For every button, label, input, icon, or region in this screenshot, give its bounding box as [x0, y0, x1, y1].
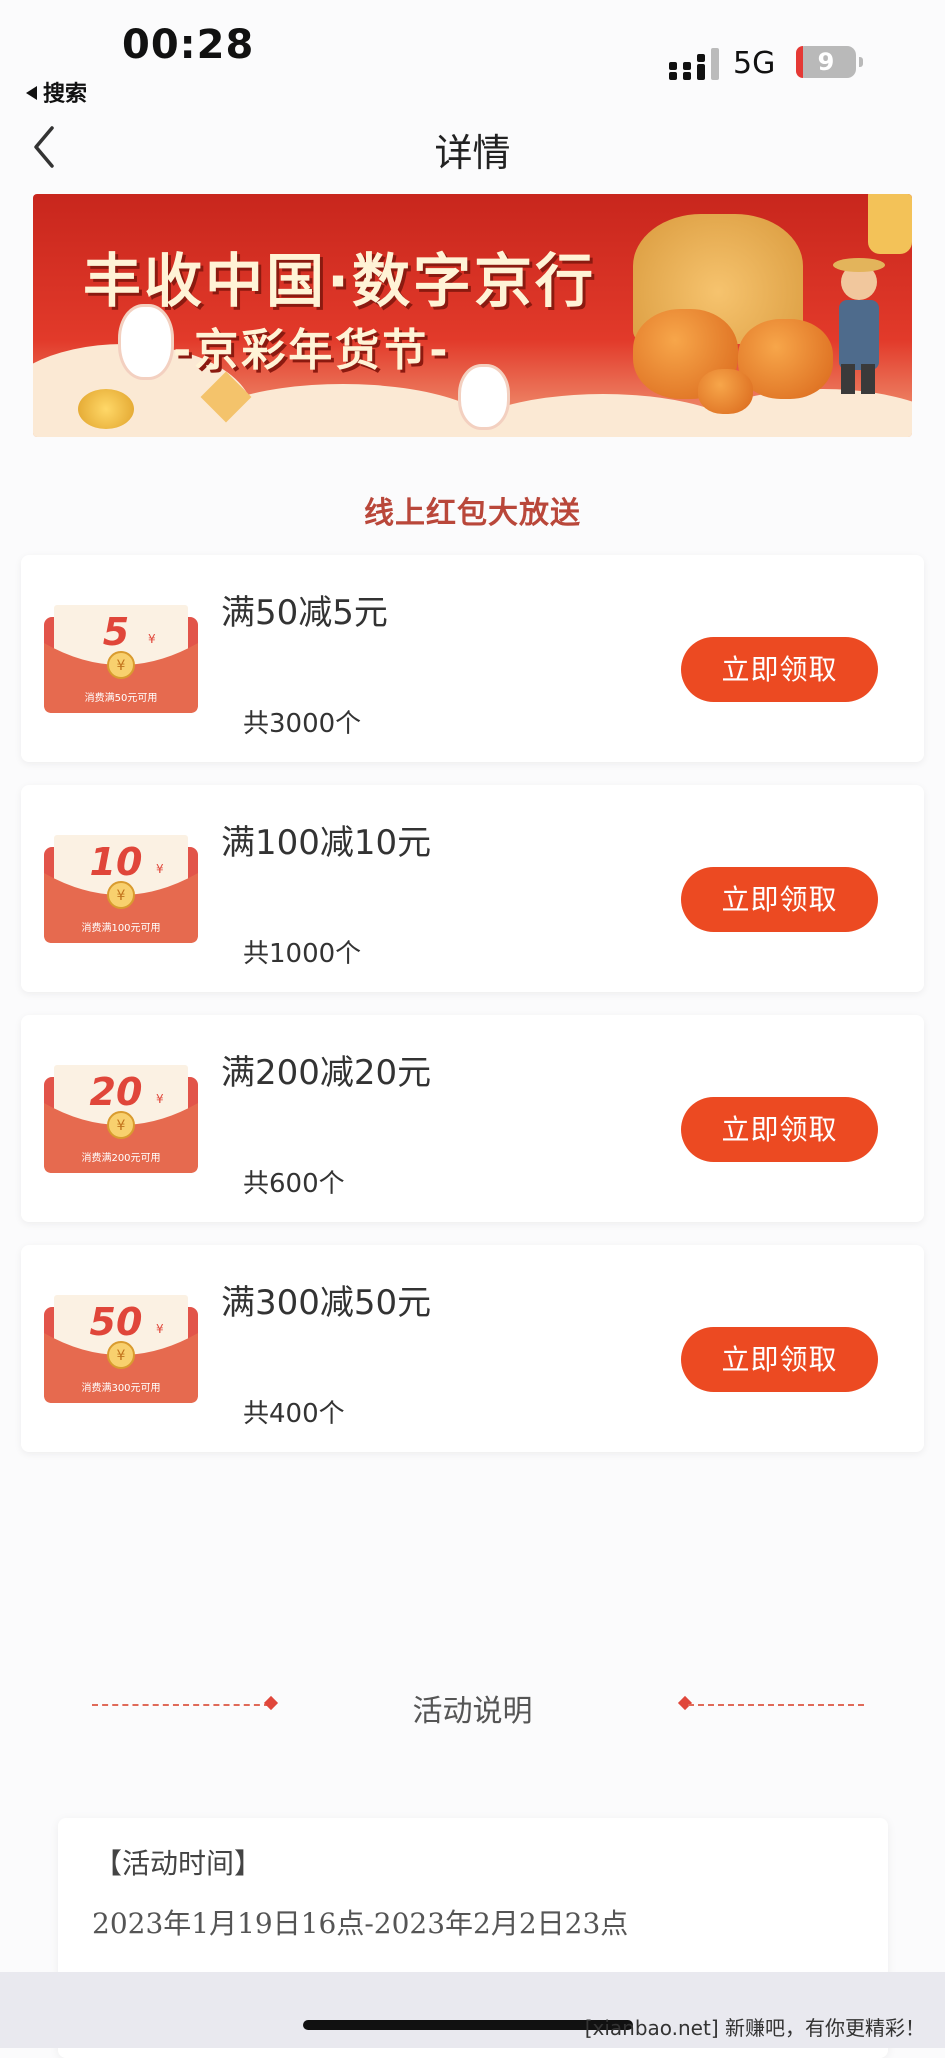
- back-to-app-link[interactable]: 搜索: [26, 76, 87, 108]
- status-time: 00:28: [122, 22, 255, 68]
- pumpkin-illustration: [698, 369, 753, 414]
- coupon-card: ¥ 20 ¥ 消费满200元可用 满200减20元 共600个 立即领取: [21, 1015, 924, 1222]
- envelope-yen: ¥: [156, 1092, 164, 1106]
- back-triangle-icon: [26, 86, 37, 100]
- claim-button[interactable]: 立即领取: [681, 867, 878, 932]
- envelope-amount: 20: [90, 1070, 143, 1114]
- network-type: 5G: [733, 46, 776, 81]
- envelope-amount: 50: [90, 1300, 143, 1344]
- envelope-condition: 消费满50元可用: [85, 691, 158, 704]
- rabbit-illustration: [458, 364, 510, 430]
- cellular-signal-icon: [669, 48, 719, 80]
- envelope-yen: ¥: [156, 1322, 164, 1336]
- coin-illustration: [78, 389, 134, 429]
- claim-button[interactable]: 立即领取: [681, 637, 878, 702]
- coupon-title: 满200减20元: [221, 1053, 432, 1093]
- coupon-title: 满300减50元: [221, 1283, 432, 1323]
- home-indicator[interactable]: [303, 2020, 633, 2030]
- coupon-card: ¥ 10 ¥ 消费满100元可用 满100减10元 共1000个 立即领取: [21, 785, 924, 992]
- envelope-condition: 消费满300元可用: [81, 1381, 160, 1394]
- coupon-count: 共1000个: [243, 939, 362, 969]
- svg-text:¥: ¥: [117, 1118, 126, 1134]
- envelope-yen: ¥: [156, 862, 164, 876]
- coupon-count: 共600个: [243, 1169, 345, 1199]
- coupon-count: 共3000个: [243, 709, 362, 739]
- activity-time-value: 2023年1月19日16点-2023年2月2日23点: [92, 1907, 629, 1940]
- battery-icon: 9: [796, 46, 863, 78]
- banner-title: 丰收中国·数字京行: [83, 247, 597, 315]
- farmer-illustration: [833, 258, 885, 394]
- coupon-card: ¥ 5 ¥ 消费满50元可用 满50减5元 共3000个 立即领取: [21, 555, 924, 762]
- envelope-amount: 10: [90, 840, 143, 884]
- watermark: [xianbao.net] 新赚吧，有你更精彩！: [584, 2016, 925, 2040]
- description-title: 活动说明: [412, 1694, 533, 1729]
- promo-banner[interactable]: 丰收中国·数字京行 -京彩年货节-: [33, 194, 912, 437]
- claim-button[interactable]: 立即领取: [681, 1327, 878, 1392]
- envelope-condition: 消费满100元可用: [81, 921, 160, 934]
- envelope-amount: 5: [103, 610, 129, 654]
- status-bar: 00:28 搜索 5G 9: [0, 0, 945, 110]
- envelope-yen: ¥: [148, 632, 156, 646]
- red-envelope-icon: ¥ 20 ¥ 消费满200元可用: [44, 1065, 198, 1173]
- claim-button[interactable]: 立即领取: [681, 1097, 878, 1162]
- coupon-title: 满50减5元: [221, 593, 388, 633]
- banner-subtitle: -京彩年货节-: [173, 325, 451, 376]
- coupon-count: 共400个: [243, 1399, 345, 1429]
- activity-time-label: 【活动时间】: [94, 1847, 263, 1880]
- red-envelope-icon: ¥ 50 ¥ 消费满300元可用: [44, 1295, 198, 1403]
- red-envelope-icon: ¥ 10 ¥ 消费满100元可用: [44, 835, 198, 943]
- description-header: 活动说明: [0, 1680, 945, 1730]
- lantern-illustration: [868, 194, 912, 254]
- red-envelope-icon: ¥ 5 ¥ 消费满50元可用: [44, 605, 198, 713]
- page-title: 详情: [434, 131, 511, 175]
- svg-text:¥: ¥: [117, 658, 126, 674]
- section-title: 线上红包大放送: [364, 496, 581, 531]
- nav-bar: 详情: [0, 110, 945, 186]
- svg-text:¥: ¥: [117, 888, 126, 904]
- battery-level: 9: [817, 48, 835, 76]
- divider-line: [688, 1704, 864, 1706]
- svg-text:¥: ¥: [117, 1348, 126, 1364]
- coupon-title: 满100减10元: [221, 823, 432, 863]
- coupon-card: ¥ 50 ¥ 消费满300元可用 满300减50元 共400个 立即领取: [21, 1245, 924, 1452]
- envelope-condition: 消费满200元可用: [81, 1151, 160, 1164]
- back-app-label: 搜索: [43, 82, 88, 107]
